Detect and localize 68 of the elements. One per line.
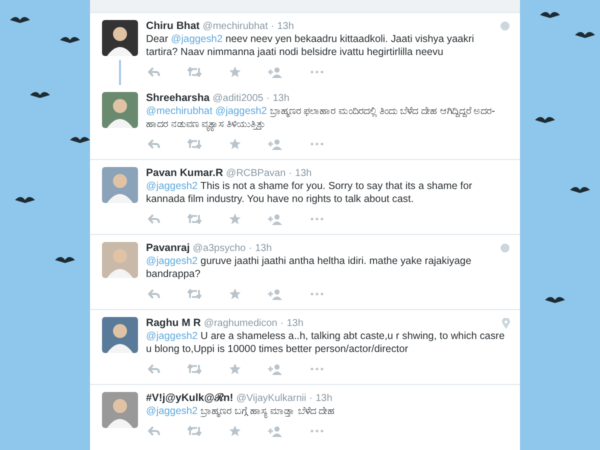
user-handle[interactable]: @aditi2005 bbox=[212, 93, 264, 104]
user-handle[interactable]: @mechirubhat bbox=[202, 21, 268, 32]
retweet-icon[interactable] bbox=[187, 426, 202, 436]
follow-icon[interactable] bbox=[268, 364, 283, 374]
reply-icon[interactable] bbox=[148, 364, 160, 374]
tweet-time[interactable]: 13h bbox=[295, 168, 312, 179]
more-icon[interactable] bbox=[310, 70, 324, 74]
separator-dot: · bbox=[270, 21, 274, 32]
follow-icon[interactable] bbox=[268, 138, 283, 150]
more-icon[interactable] bbox=[310, 217, 324, 221]
reply-icon[interactable] bbox=[148, 214, 160, 224]
mention-link[interactable]: @jaggesh2 bbox=[146, 406, 198, 417]
retweet-icon[interactable] bbox=[187, 364, 202, 374]
avatar[interactable] bbox=[102, 20, 138, 56]
retweet-icon[interactable] bbox=[187, 67, 202, 77]
follow-icon[interactable] bbox=[268, 214, 283, 224]
separator-dot: · bbox=[280, 318, 284, 329]
mention-link[interactable]: @jaggesh2 bbox=[146, 181, 198, 192]
reply-icon[interactable] bbox=[148, 67, 160, 77]
tweet-time[interactable]: 13h bbox=[277, 21, 294, 32]
star-icon[interactable] bbox=[229, 138, 241, 150]
user-name[interactable]: Pavan Kumar.R bbox=[146, 167, 224, 179]
tweet-time[interactable]: 13h bbox=[255, 243, 272, 254]
retweet-icon[interactable] bbox=[187, 139, 202, 149]
star-icon[interactable] bbox=[229, 213, 241, 225]
retweet-icon[interactable] bbox=[187, 289, 202, 299]
separator-dot: · bbox=[288, 168, 292, 179]
user-name[interactable]: #V!j@yKulk@ℛn! bbox=[146, 392, 234, 404]
more-icon[interactable] bbox=[310, 429, 324, 433]
user-handle[interactable]: @a3psycho bbox=[192, 243, 246, 254]
reply-icon[interactable] bbox=[148, 289, 160, 299]
retweet-icon[interactable] bbox=[187, 214, 202, 224]
tweet-text: @mechirubhat @jaggesh2 ಬ್ರಾಹ್ಮಣರ ಫಲಾಹಾರ ಮಂದಿರದಲ್ಲಿ ತಿಂದು ಬೆಳೆದ ದೇಹ ಆಗಿದ್ದಿದ್ದರೆ ಅದರ-ಹಾದರ ನಡುವಣ ವ್ಯತ್ಯಾಸ ತಿಳಿಯುತ್ತಿತ್ತು bbox=[146, 105, 496, 131]
tweet-time[interactable]: 13h bbox=[272, 93, 290, 104]
tweet-text: @jaggesh2 ಬ್ರಾಹ್ಮಣರ ಬಗ್ಗೆ ಹಾಸ್ಯ ಮಾಡ್ತಾ ಬೆಳೆದ ದೇಹ bbox=[146, 405, 336, 418]
tweet-text: @jaggesh2 This is not a shame for you. Sorry to say that its a shame for kannada film industry. You have no rights to talk about cast. bbox=[146, 180, 474, 206]
mention-link[interactable]: @jaggesh2 bbox=[146, 256, 198, 267]
user-name[interactable]: Raghu M R bbox=[146, 317, 201, 329]
star-icon[interactable] bbox=[229, 66, 241, 78]
star-icon[interactable] bbox=[229, 288, 241, 300]
more-icon[interactable] bbox=[310, 292, 324, 296]
user-name[interactable]: Chiru Bhat bbox=[146, 20, 200, 32]
user-handle[interactable]: @raghumedicon bbox=[204, 318, 278, 329]
separator-dot: · bbox=[309, 393, 313, 404]
tweet-time[interactable]: 13h bbox=[286, 318, 304, 329]
tweet-text: Dear @jaggesh2 neev neev yen bekaadru kittaadkoli. Jaati vishya yaakri tartira? Naav nimmanna jaati nodi belsidre ivattu hegirtirlilla neevu bbox=[146, 33, 476, 59]
star-icon[interactable] bbox=[229, 363, 241, 375]
reply-icon[interactable] bbox=[148, 426, 160, 436]
more-icon[interactable] bbox=[310, 367, 324, 371]
user-name[interactable]: Pavanraj bbox=[146, 242, 190, 254]
follow-icon[interactable] bbox=[268, 288, 283, 300]
user-handle[interactable]: @RCBPavan bbox=[226, 168, 286, 179]
separator-dot: · bbox=[248, 243, 252, 254]
star-icon[interactable] bbox=[229, 425, 241, 437]
mention-link[interactable]: @mechirubhat @jaggesh2 bbox=[146, 106, 267, 117]
mention-link[interactable]: @jaggesh2 bbox=[146, 331, 198, 342]
reply-icon[interactable] bbox=[148, 139, 160, 149]
follow-icon[interactable] bbox=[268, 426, 283, 436]
separator-dot: · bbox=[266, 93, 270, 104]
user-handle[interactable]: @VijayKulkarnii bbox=[236, 393, 306, 404]
tweet-text: @jaggesh2 guruve jaathi jaathi antha heltha idiri. mathe yake rajakiyage bandrappa? bbox=[146, 255, 472, 281]
more-icon[interactable] bbox=[310, 142, 324, 146]
tweet-text: @jaggesh2 U are a shameless a..h, talking abt caste,u r shwing, to which casre u blong to,Uppi is 10000 times better person/actor/director bbox=[146, 330, 506, 356]
mention-link[interactable]: @jaggesh2 bbox=[170, 34, 223, 45]
tweet-time[interactable]: 13h bbox=[316, 393, 332, 404]
user-name[interactable]: Shreeharsha bbox=[146, 92, 210, 104]
follow-icon[interactable] bbox=[268, 66, 283, 78]
location-pin-icon[interactable] bbox=[502, 318, 510, 329]
